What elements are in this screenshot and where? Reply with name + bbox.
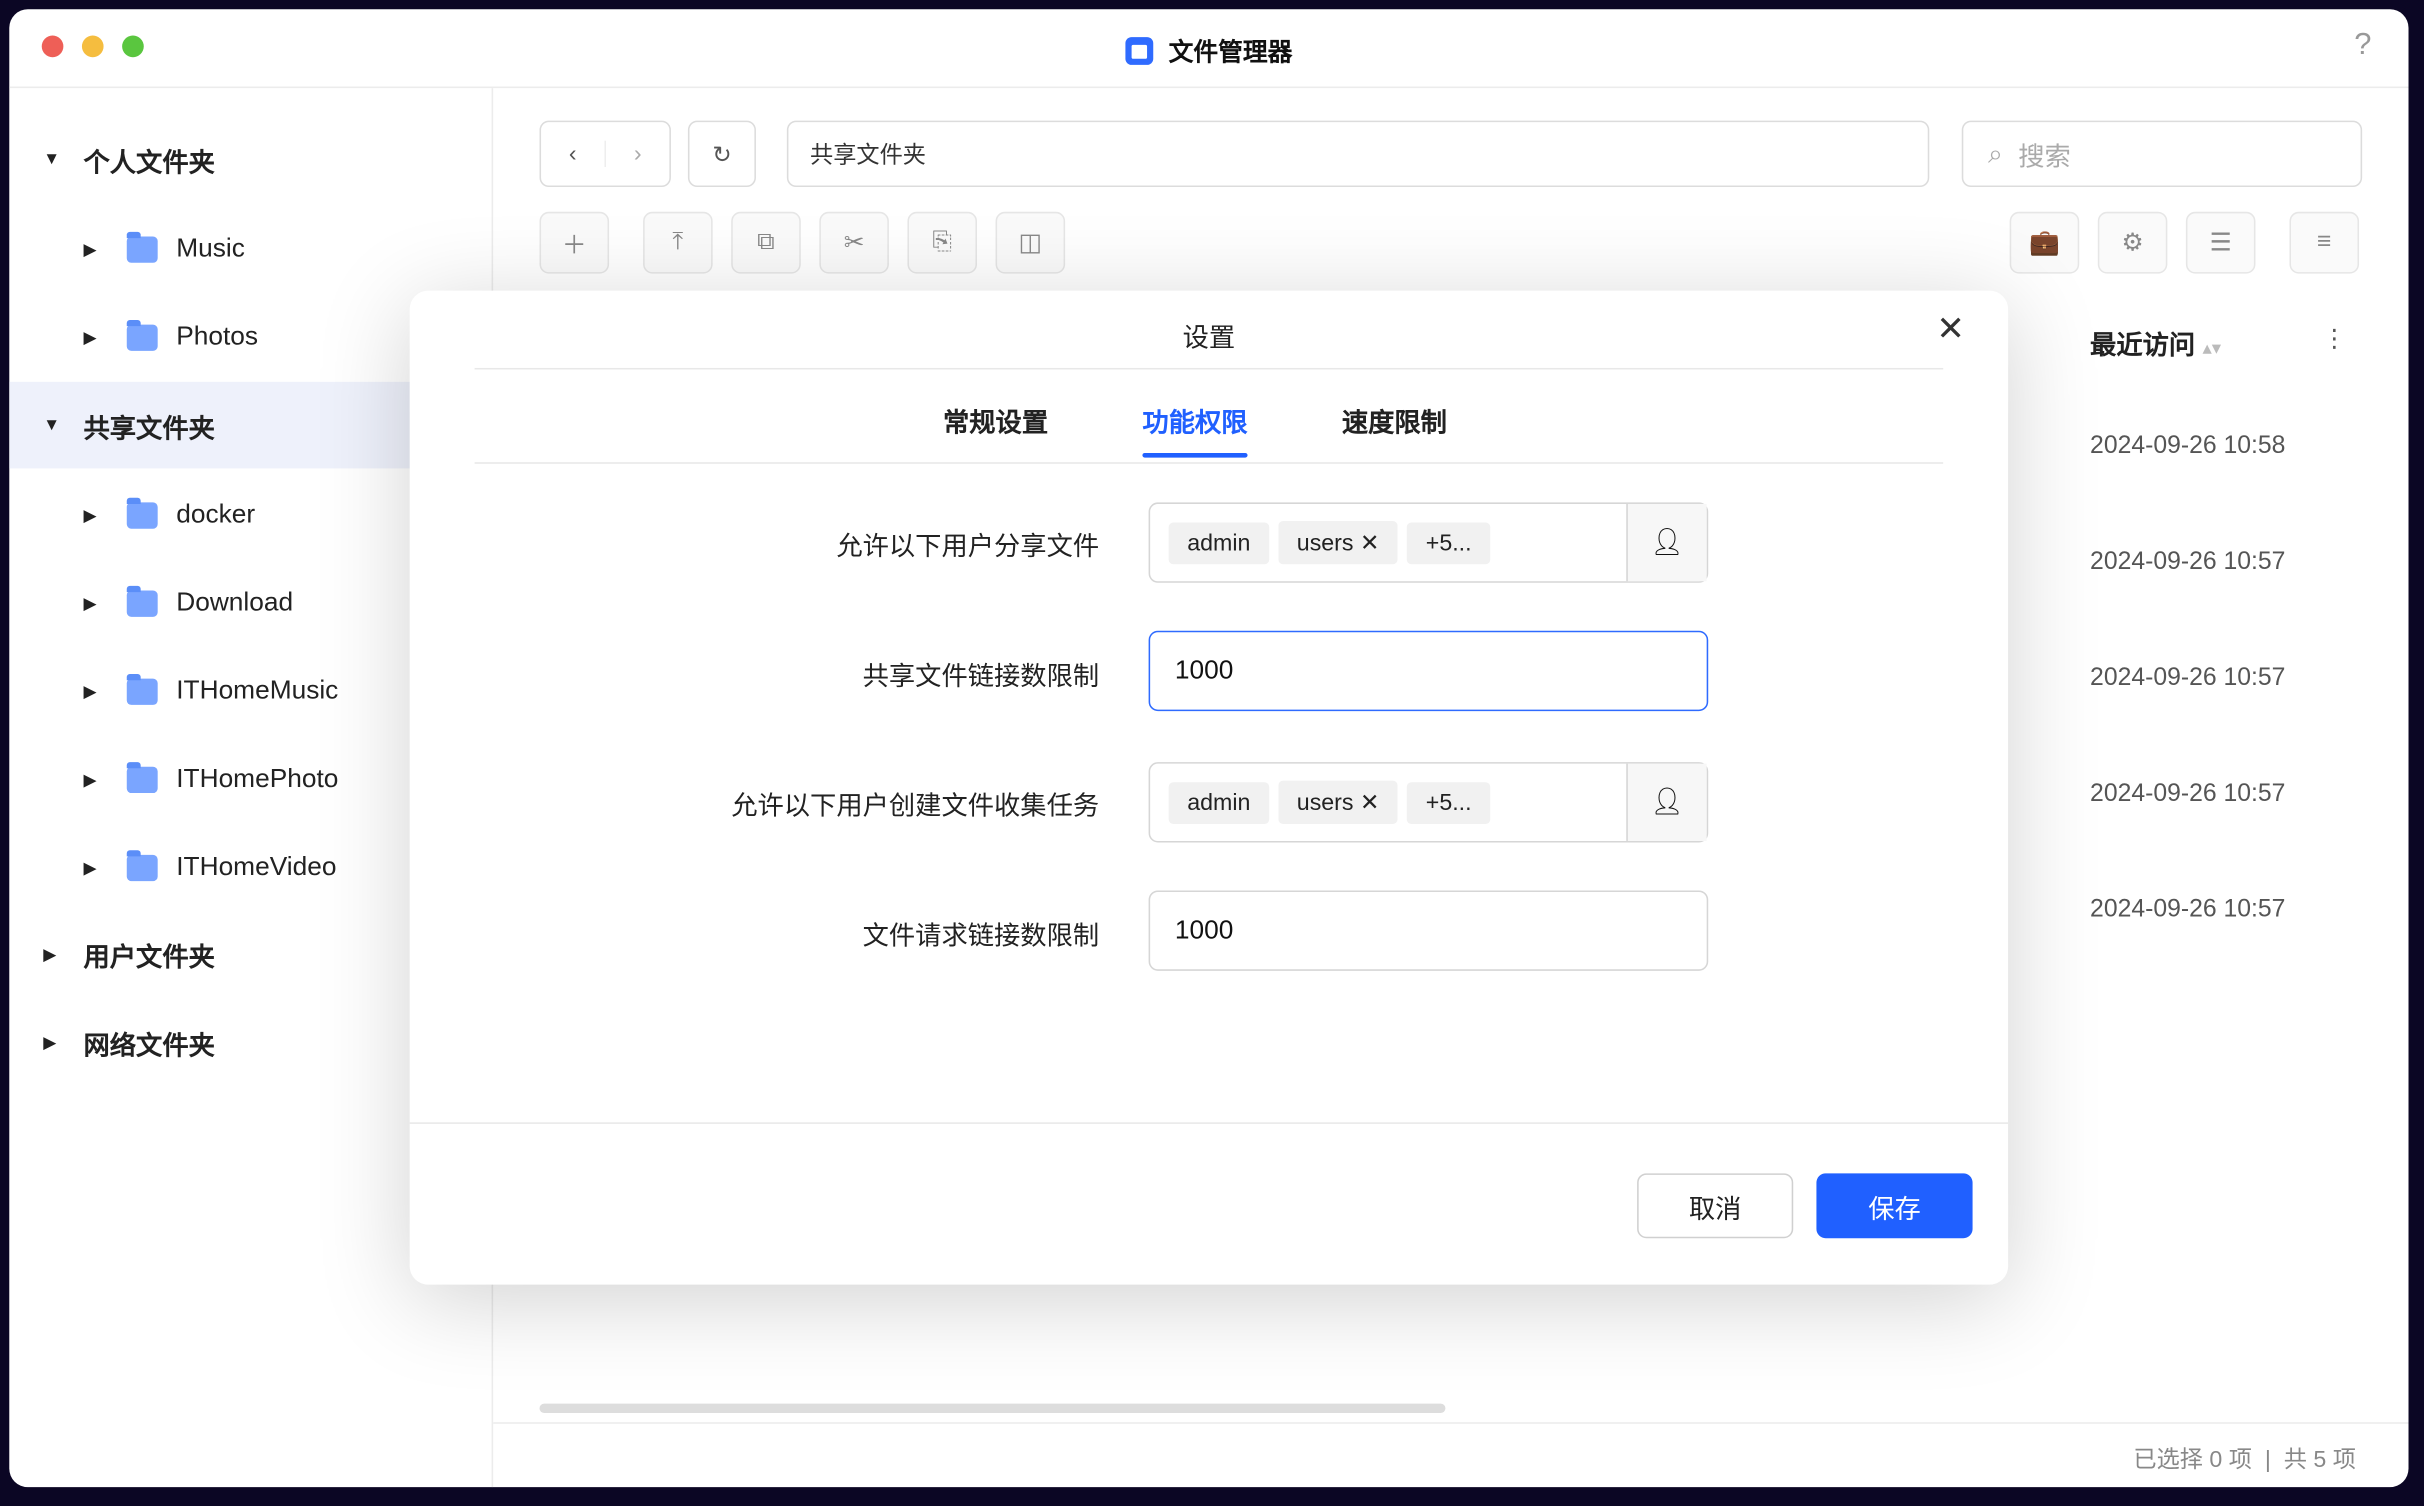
user-tag: admin (1168, 521, 1269, 564)
recent-access-date: 2024-09-26 10:57 (2090, 780, 2286, 807)
caret-right-icon[interactable]: ▶ (83, 769, 105, 790)
upload-button[interactable]: ⤒ (643, 211, 713, 274)
share-users-selector[interactable]: admin users ✕ +5... 👤︎ (1148, 502, 1709, 583)
sort-button[interactable]: ≡ (2289, 211, 2360, 274)
tab-permissions[interactable]: 功能权限 (1142, 400, 1248, 458)
user-tag: users ✕ (1278, 520, 1398, 565)
collect-users-label: 允许以下用户创建文件收集任务 (731, 791, 1100, 821)
column-recent-access[interactable]: 最近访问 ▴▾ (2090, 323, 2221, 362)
search-placeholder: 搜索 (2018, 142, 2071, 172)
move-button[interactable]: ◫ (995, 211, 1066, 274)
sidebar-item-label: ITHomeVideo (176, 851, 337, 882)
share-users-label: 允许以下用户分享文件 (836, 531, 1100, 562)
copy-button[interactable]: ⧉ (731, 211, 801, 274)
recent-access-date: 2024-09-26 10:57 (2090, 896, 2286, 923)
briefcase-button[interactable]: 💼 (2009, 211, 2080, 274)
cancel-button[interactable]: 取消 (1637, 1173, 1794, 1239)
nav-buttons: ‹ › (539, 120, 671, 188)
caret-down-icon[interactable]: ▼ (43, 150, 65, 169)
folder-icon (126, 231, 158, 263)
recent-access-date: 2024-09-26 10:57 (2090, 664, 2286, 692)
request-link-limit-input[interactable]: 1000 (1148, 890, 1709, 971)
sidebar-item-label: 共享文件夹 (83, 413, 215, 443)
status-bar: 已选择 0 项 | 共 5 项 (2133, 1446, 2356, 1474)
cut-button[interactable]: ✂ (819, 211, 889, 274)
recent-access-date: 2024-09-26 10:58 (2090, 432, 2286, 460)
dialog-tabs: 常规设置 功能权限 速度限制 (474, 367, 1944, 464)
sidebar-item[interactable]: ▼ 个人文件夹 (9, 116, 491, 203)
caret-right-icon[interactable]: ▶ (83, 681, 105, 702)
sidebar-item-label: 个人文件夹 (83, 147, 215, 178)
caret-right-icon[interactable]: ▶ (83, 239, 105, 259)
remove-tag-icon[interactable]: ✕ (1360, 530, 1379, 556)
more-users-tag: +5... (1407, 781, 1491, 824)
collect-users-selector[interactable]: admin users ✕ +5... 👤︎ (1148, 762, 1709, 843)
folder-icon (126, 849, 158, 881)
caret-right-icon[interactable]: ▶ (83, 327, 105, 348)
view-mode-button[interactable]: ☰ (2185, 211, 2256, 274)
sidebar-item[interactable]: ▶ Music (9, 206, 491, 293)
user-tag: users ✕ (1278, 780, 1398, 824)
caret-right-icon[interactable]: ▶ (83, 593, 105, 613)
paste-button[interactable]: ⎘ (907, 211, 978, 274)
horizontal-scrollbar[interactable] (539, 1403, 1446, 1413)
remove-tag-icon[interactable]: ✕ (1360, 790, 1379, 816)
app-title: 文件管理器 (1168, 40, 1293, 67)
new-button[interactable]: ＋ (539, 211, 610, 274)
forward-button[interactable]: › (606, 141, 669, 167)
user-icon: 👤︎ (1650, 786, 1684, 817)
sidebar-item-label: Music (176, 233, 245, 263)
caret-right-icon[interactable]: ▶ (83, 505, 105, 525)
folder-icon (126, 761, 158, 793)
settings-button[interactable]: ⚙ (2097, 211, 2168, 274)
caret-right-icon[interactable]: ▶ (43, 1032, 65, 1052)
request-link-limit-label: 文件请求链接数限制 (862, 921, 1100, 951)
share-link-limit-label: 共享文件链接数限制 (862, 661, 1100, 692)
folder-icon (126, 673, 158, 705)
folder-icon (126, 319, 158, 351)
folder-icon (126, 497, 158, 528)
sidebar-item-label: 用户文件夹 (83, 942, 215, 972)
sidebar-item-label: ITHomePhoto (176, 763, 339, 794)
dialog-title: 设置 (1182, 323, 1236, 353)
user-icon: 👤︎ (1650, 527, 1684, 557)
title-bar: 文件管理器 ? (9, 9, 2409, 89)
path-text: 共享文件夹 (810, 142, 927, 169)
caret-right-icon[interactable]: ▶ (43, 944, 65, 964)
save-button[interactable]: 保存 (1816, 1173, 1973, 1239)
help-icon[interactable]: ? (2354, 28, 2371, 64)
search-input[interactable]: ⌕ 搜索 (1961, 120, 2363, 188)
close-icon[interactable]: ✕ (1936, 309, 1965, 349)
more-icon[interactable]: ⋮ (2322, 323, 2347, 354)
folder-icon (126, 585, 158, 617)
share-link-limit-input[interactable]: 1000 (1148, 630, 1709, 712)
caret-right-icon[interactable]: ▶ (83, 857, 105, 878)
sidebar-item-label: Photos (176, 321, 259, 351)
tab-speed-limit[interactable]: 速度限制 (1342, 400, 1447, 439)
sidebar-item-label: Download (176, 587, 294, 617)
refresh-button[interactable]: ↻ (687, 120, 756, 188)
search-icon: ⌕ (1988, 138, 2003, 168)
sidebar-item-label: docker (176, 499, 256, 529)
user-picker-button[interactable]: 👤︎ (1626, 763, 1707, 841)
user-tag: admin (1168, 781, 1269, 824)
settings-dialog: 设置 ✕ 常规设置 功能权限 速度限制 允许以下用户分享文件 admin use… (409, 290, 2009, 1285)
sidebar-item-label: 网络文件夹 (83, 1030, 215, 1060)
recent-access-date: 2024-09-26 10:57 (2090, 548, 2286, 576)
sidebar-item-label: ITHomeMusic (176, 675, 339, 705)
refresh-icon: ↻ (712, 141, 732, 168)
app-icon (1125, 37, 1154, 65)
caret-down-icon[interactable]: ▼ (43, 416, 65, 435)
back-button[interactable]: ‹ (541, 140, 606, 167)
tab-general[interactable]: 常规设置 (943, 400, 1048, 439)
path-bar[interactable]: 共享文件夹 (786, 120, 1930, 188)
more-users-tag: +5... (1407, 521, 1491, 564)
user-picker-button[interactable]: 👤︎ (1626, 503, 1707, 582)
